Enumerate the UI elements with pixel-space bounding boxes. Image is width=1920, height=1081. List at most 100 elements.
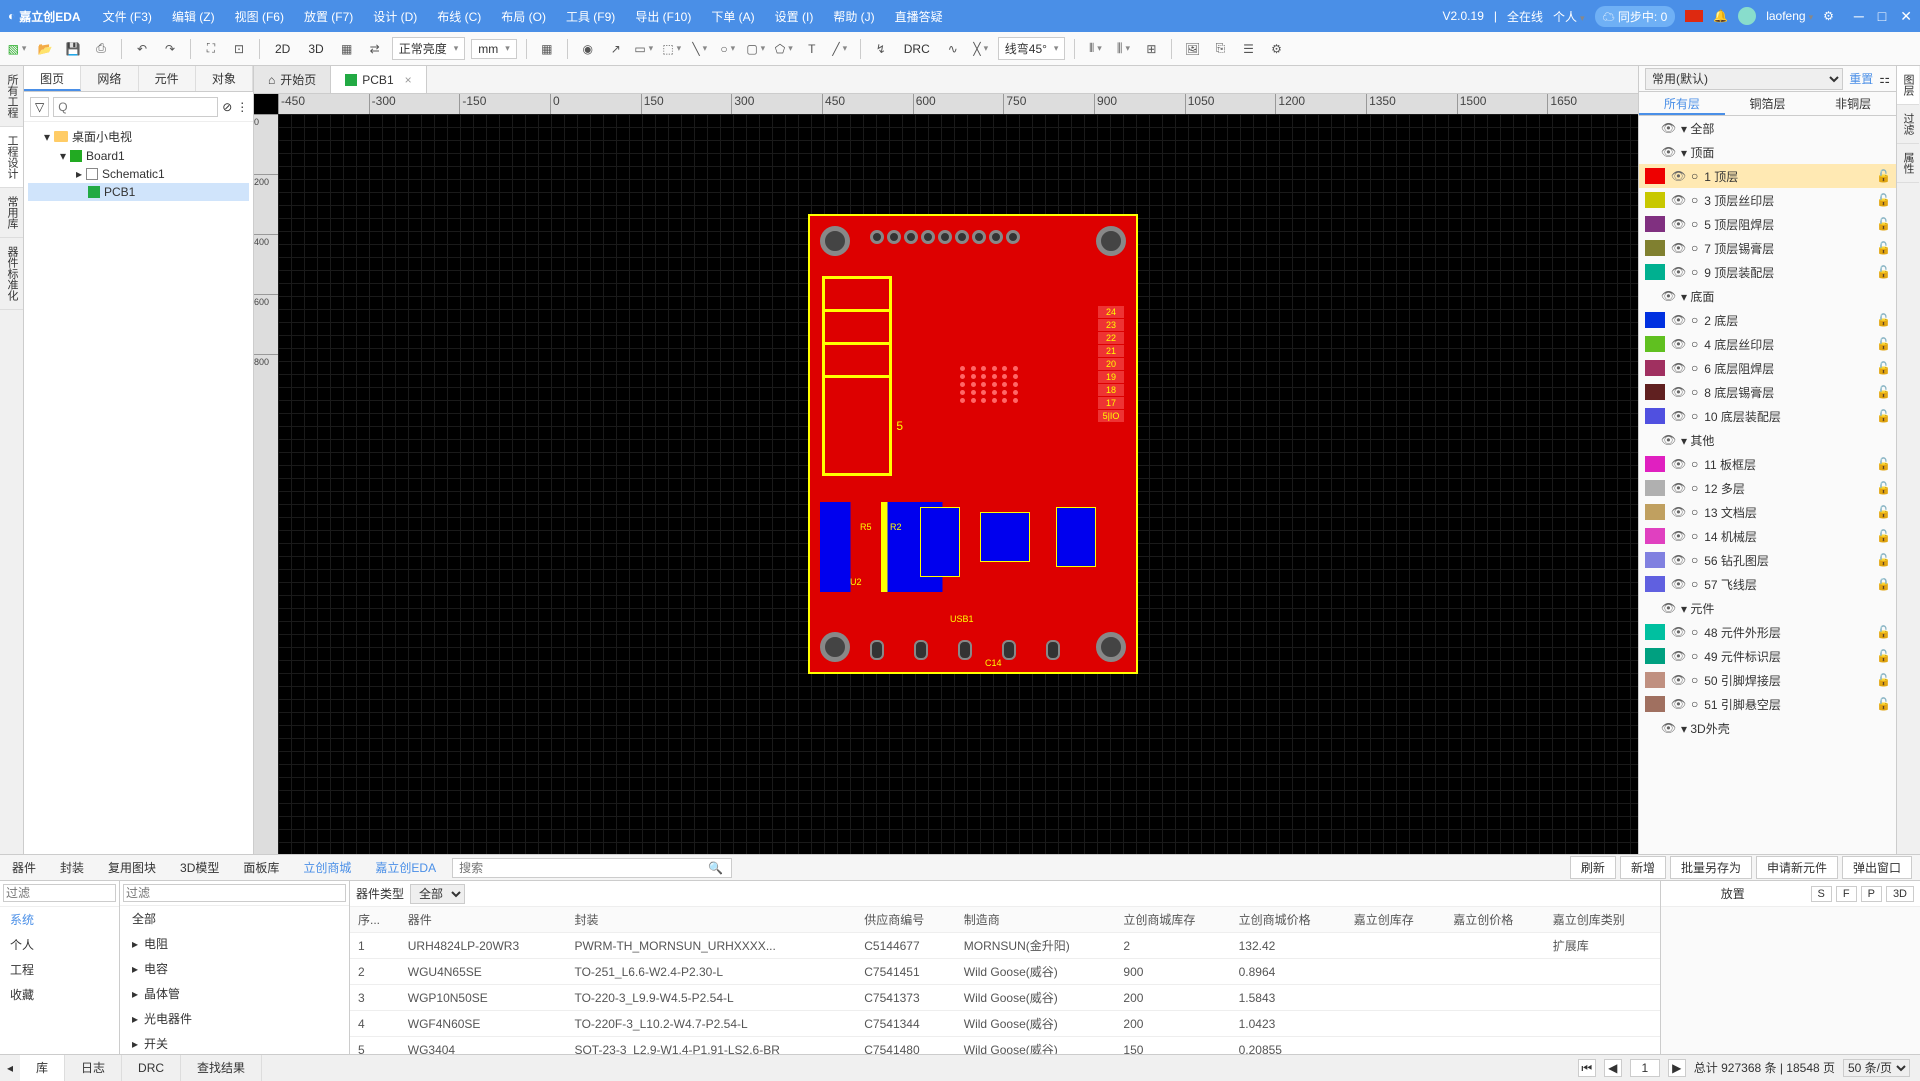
brightness-select[interactable]: 正常亮度 [392,37,466,60]
preview-3d-button[interactable]: 3D [1886,886,1914,902]
tool-line[interactable]: ╲ [689,38,711,60]
layer-row[interactable]: 👁○1 顶层🔓 [1639,164,1896,188]
tool-text[interactable]: T [801,38,823,60]
btab-footprint[interactable]: 封装 [48,855,96,881]
footer-tab-log[interactable]: 日志 [65,1055,122,1081]
footer-collapse-icon[interactable]: ◂ [0,1061,20,1075]
source-filter-input[interactable] [3,884,116,902]
source-favorite[interactable]: 收藏 [0,982,119,1007]
new-dropdown[interactable]: ▧ [6,38,28,60]
layer-row[interactable]: 👁○56 钻孔图层🔓 [1639,548,1896,572]
layer-row[interactable]: 👁○9 顶层装配层🔓 [1639,260,1896,284]
layer-group[interactable]: 👁▾ 其他 [1639,428,1896,452]
username[interactable]: laofeng [1766,9,1813,23]
table-header[interactable]: 封装 [566,907,856,933]
type-select[interactable]: 全部 [410,884,465,904]
obj-tab-net[interactable]: 网络 [81,66,138,91]
tool-poly[interactable]: ⬠ [773,38,795,60]
vtab-project-design[interactable]: 工程设计 [0,127,23,188]
tool-pad[interactable]: ▭ [633,38,655,60]
cat-opto[interactable]: ▸ 光电器件 [120,1006,349,1031]
table-header[interactable]: 立创商城库存 [1115,907,1230,933]
route-button[interactable]: ↯ [870,38,892,60]
source-project[interactable]: 工程 [0,957,119,982]
table-header[interactable]: 立创商城价格 [1231,907,1346,933]
layer-toggle-button[interactable]: ▦ [336,38,358,60]
layer-group[interactable]: 👁▾ 底面 [1639,284,1896,308]
layer-tab-noncopper[interactable]: 非铜层 [1810,92,1896,115]
layer-row[interactable]: 👁○50 引脚焊接层🔓 [1639,668,1896,692]
layer-preset-select[interactable]: 常用(默认) [1645,68,1843,90]
group-button[interactable]: ⊞ [1140,38,1162,60]
flip-button[interactable]: ⇄ [364,38,386,60]
popout-button[interactable]: 弹出窗口 [1842,856,1912,879]
layer-row[interactable]: 👁○11 板框层🔓 [1639,452,1896,476]
layer-row[interactable]: 👁○6 底层阻焊层🔓 [1639,356,1896,380]
save-button[interactable]: 💾 [62,38,84,60]
page-first-button[interactable]: ⏮ [1578,1059,1596,1077]
layer-tab-all[interactable]: 所有层 [1639,92,1725,115]
btab-reuse[interactable]: 复用图块 [96,855,168,881]
refresh-button[interactable]: 刷新 [1570,856,1616,879]
table-header[interactable]: 序... [350,907,400,933]
preview-p-button[interactable]: P [1861,886,1882,902]
menu-tools[interactable]: 工具 (F9) [556,8,625,25]
menu-settings[interactable]: 设置 (I) [765,8,824,25]
layer-row[interactable]: 👁○14 机械层🔓 [1639,524,1896,548]
undo-button[interactable]: ↶ [131,38,153,60]
menu-design[interactable]: 设计 (D) [363,8,427,25]
batch-saveas-button[interactable]: 批量另存为 [1670,856,1752,879]
vtab-standardize[interactable]: 器件标准化 [0,238,23,310]
cat-transistor[interactable]: ▸ 晶体管 [120,981,349,1006]
tree-board[interactable]: ▾Board1 [28,147,249,165]
vtab-props[interactable]: 属性 [1897,144,1919,183]
mounting-hole[interactable] [1096,226,1126,256]
settings-button[interactable]: ⚙ [1265,38,1287,60]
tool-rect[interactable]: ▢ [745,38,767,60]
route-diff[interactable]: ╳ [970,38,992,60]
layer-row[interactable]: 👁○51 引脚悬空层🔓 [1639,692,1896,716]
tab-start[interactable]: ⌂开始页 [254,66,331,93]
layers-reset-button[interactable]: 重置 [1849,70,1873,87]
online-mode[interactable]: 全在线 [1507,8,1543,25]
distribute-button[interactable]: ⫼ [1112,38,1134,60]
layer-row[interactable]: 👁○2 底层🔓 [1639,308,1896,332]
btab-device[interactable]: 器件 [0,855,48,881]
category-filter-input[interactable] [123,884,346,902]
table-header[interactable]: 嘉立创价格 [1445,907,1544,933]
search-icon[interactable]: 🔍 [708,861,723,875]
table-row[interactable]: 4WGF4N60SETO-220F-3_L10.2-W4.7-P2.54-LC7… [350,1011,1660,1037]
minimize-button[interactable]: ─ [1854,8,1864,25]
footer-tab-find[interactable]: 查找结果 [181,1055,262,1081]
table-row[interactable]: 2WGU4N65SETO-251_L6.6-W2.4-P2.30-LC75414… [350,959,1660,985]
view-2d-button[interactable]: 2D [269,42,296,56]
menu-live[interactable]: 直播答疑 [885,8,953,25]
layer-row[interactable]: 👁○7 顶层锡膏层🔓 [1639,236,1896,260]
source-personal[interactable]: 个人 [0,932,119,957]
layers-config-icon[interactable]: ⚏ [1879,72,1890,86]
layer-row[interactable]: 👁○5 顶层阻焊层🔓 [1639,212,1896,236]
obj-tab-comp[interactable]: 元件 [139,66,196,91]
zoom-button[interactable]: ⊡ [228,38,250,60]
new-button[interactable]: 新增 [1620,856,1666,879]
menu-export[interactable]: 导出 (F10) [625,8,701,25]
menu-file[interactable]: 文件 (F3) [93,8,162,25]
place-button[interactable]: 放置 [1661,885,1805,902]
layer-group[interactable]: 👁▾ 元件 [1639,596,1896,620]
tool-arc[interactable]: ↗ [605,38,627,60]
layer-group[interactable]: 👁▾ 3D外壳 [1639,716,1896,740]
filter-input[interactable] [53,97,218,117]
redo-button[interactable]: ↷ [159,38,181,60]
menu-view[interactable]: 视图 (F6) [225,8,294,25]
close-tab-icon[interactable]: × [405,73,412,87]
tool-via[interactable]: ◉ [577,38,599,60]
request-part-button[interactable]: 申请新元件 [1756,856,1838,879]
tool-circle[interactable]: ○ [717,38,739,60]
view-3d-button[interactable]: 3D [302,42,329,56]
menu-help[interactable]: 帮助 (J) [823,8,884,25]
table-header[interactable]: 制造商 [956,907,1116,933]
vtab-layers[interactable]: 图层 [1897,66,1919,105]
menu-place[interactable]: 放置 (F7) [294,8,363,25]
pad[interactable] [870,230,884,244]
source-system[interactable]: 系统 [0,907,119,932]
